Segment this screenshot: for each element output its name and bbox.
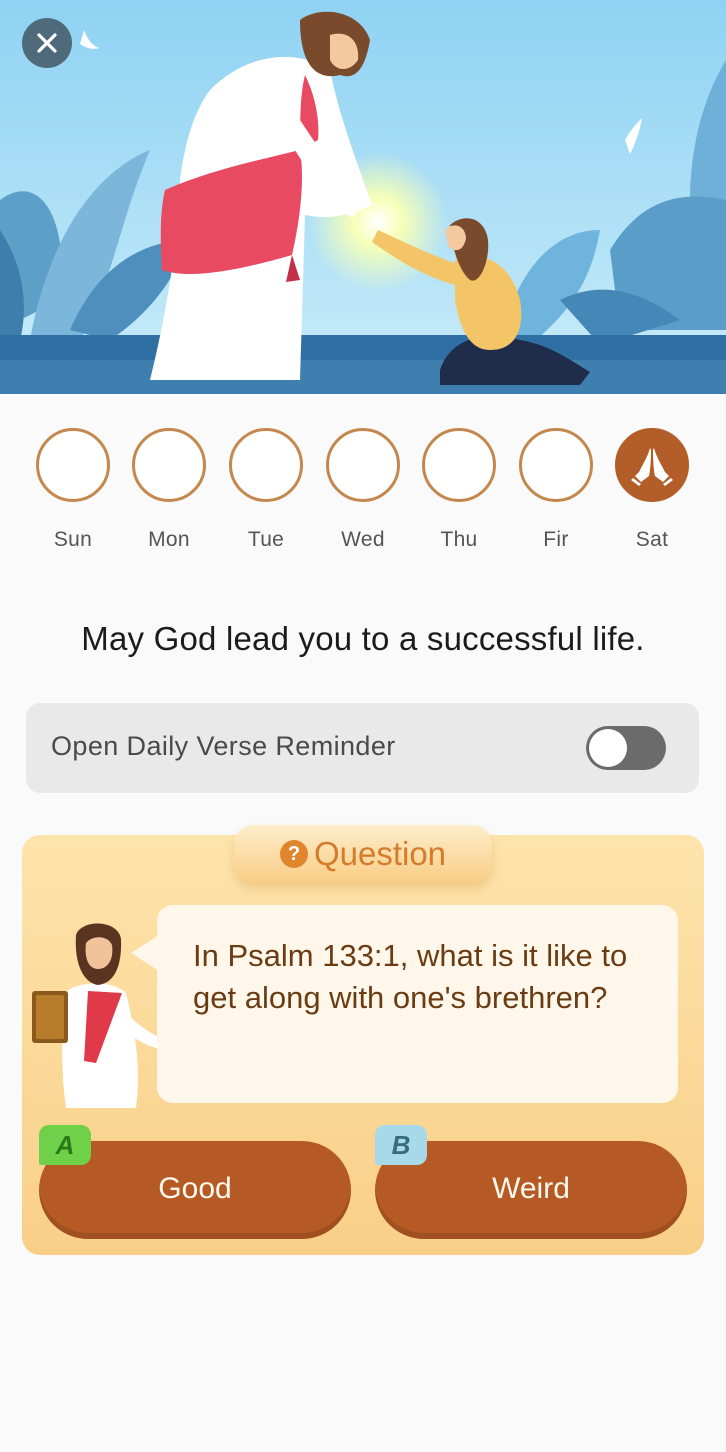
day-wed[interactable]: Wed [323, 428, 403, 552]
day-label: Tue [247, 528, 285, 551]
toggle-knob [589, 729, 627, 767]
question-text: In Psalm 133:1, what is it like to get a… [193, 938, 628, 1015]
reminder-toggle[interactable] [586, 726, 666, 770]
blessing-text: May God lead you to a successful life. [81, 620, 645, 657]
day-label: Wed [341, 528, 385, 551]
day-label: Mon [148, 528, 190, 551]
daily-verse-reminder-row: Open Daily Verse Reminder [26, 703, 699, 793]
day-sun[interactable]: Sun [33, 428, 113, 552]
reminder-label: Open Daily Verse Reminder [51, 731, 396, 761]
day-ring [519, 428, 593, 502]
answer-b-button[interactable]: B Weird [375, 1125, 687, 1239]
day-thu[interactable]: Thu [419, 428, 499, 552]
praying-hands-icon [631, 448, 673, 486]
question-tab-label: Question [313, 835, 447, 872]
question-card: ? Question In Psalm 133:1, what is it li… [22, 825, 704, 1255]
hero-scene [0, 0, 726, 394]
hero-illustration [0, 0, 726, 394]
close-button[interactable] [22, 18, 72, 68]
day-ring-checked [615, 428, 689, 502]
day-ring [36, 428, 110, 502]
day-label: Sun [53, 528, 93, 551]
answer-label: Weird [492, 1172, 570, 1205]
answer-letter-badge: A [39, 1125, 91, 1165]
answer-label: Good [158, 1172, 232, 1205]
question-icon: ? [279, 840, 308, 868]
day-label: Fir [543, 528, 569, 551]
weekly-checkin-row: Sun Mon Tue Wed Thu Fir Sat [0, 428, 726, 568]
day-label: Thu [440, 528, 478, 551]
day-sat[interactable]: Sat [612, 428, 692, 552]
day-label: Sat [635, 528, 669, 551]
answer-a-button[interactable]: A Good [39, 1125, 351, 1239]
question-bubble: In Psalm 133:1, what is it like to get a… [131, 905, 678, 1103]
day-ring [132, 428, 206, 502]
day-ring [229, 428, 303, 502]
question-tab: ? Question [234, 825, 492, 883]
day-mon[interactable]: Mon [129, 428, 209, 552]
day-tue[interactable]: Tue [226, 428, 306, 552]
answer-letter-badge: B [375, 1125, 427, 1165]
close-icon [37, 33, 57, 53]
day-ring [422, 428, 496, 502]
day-ring [326, 428, 400, 502]
day-fri[interactable]: Fir [516, 428, 596, 552]
